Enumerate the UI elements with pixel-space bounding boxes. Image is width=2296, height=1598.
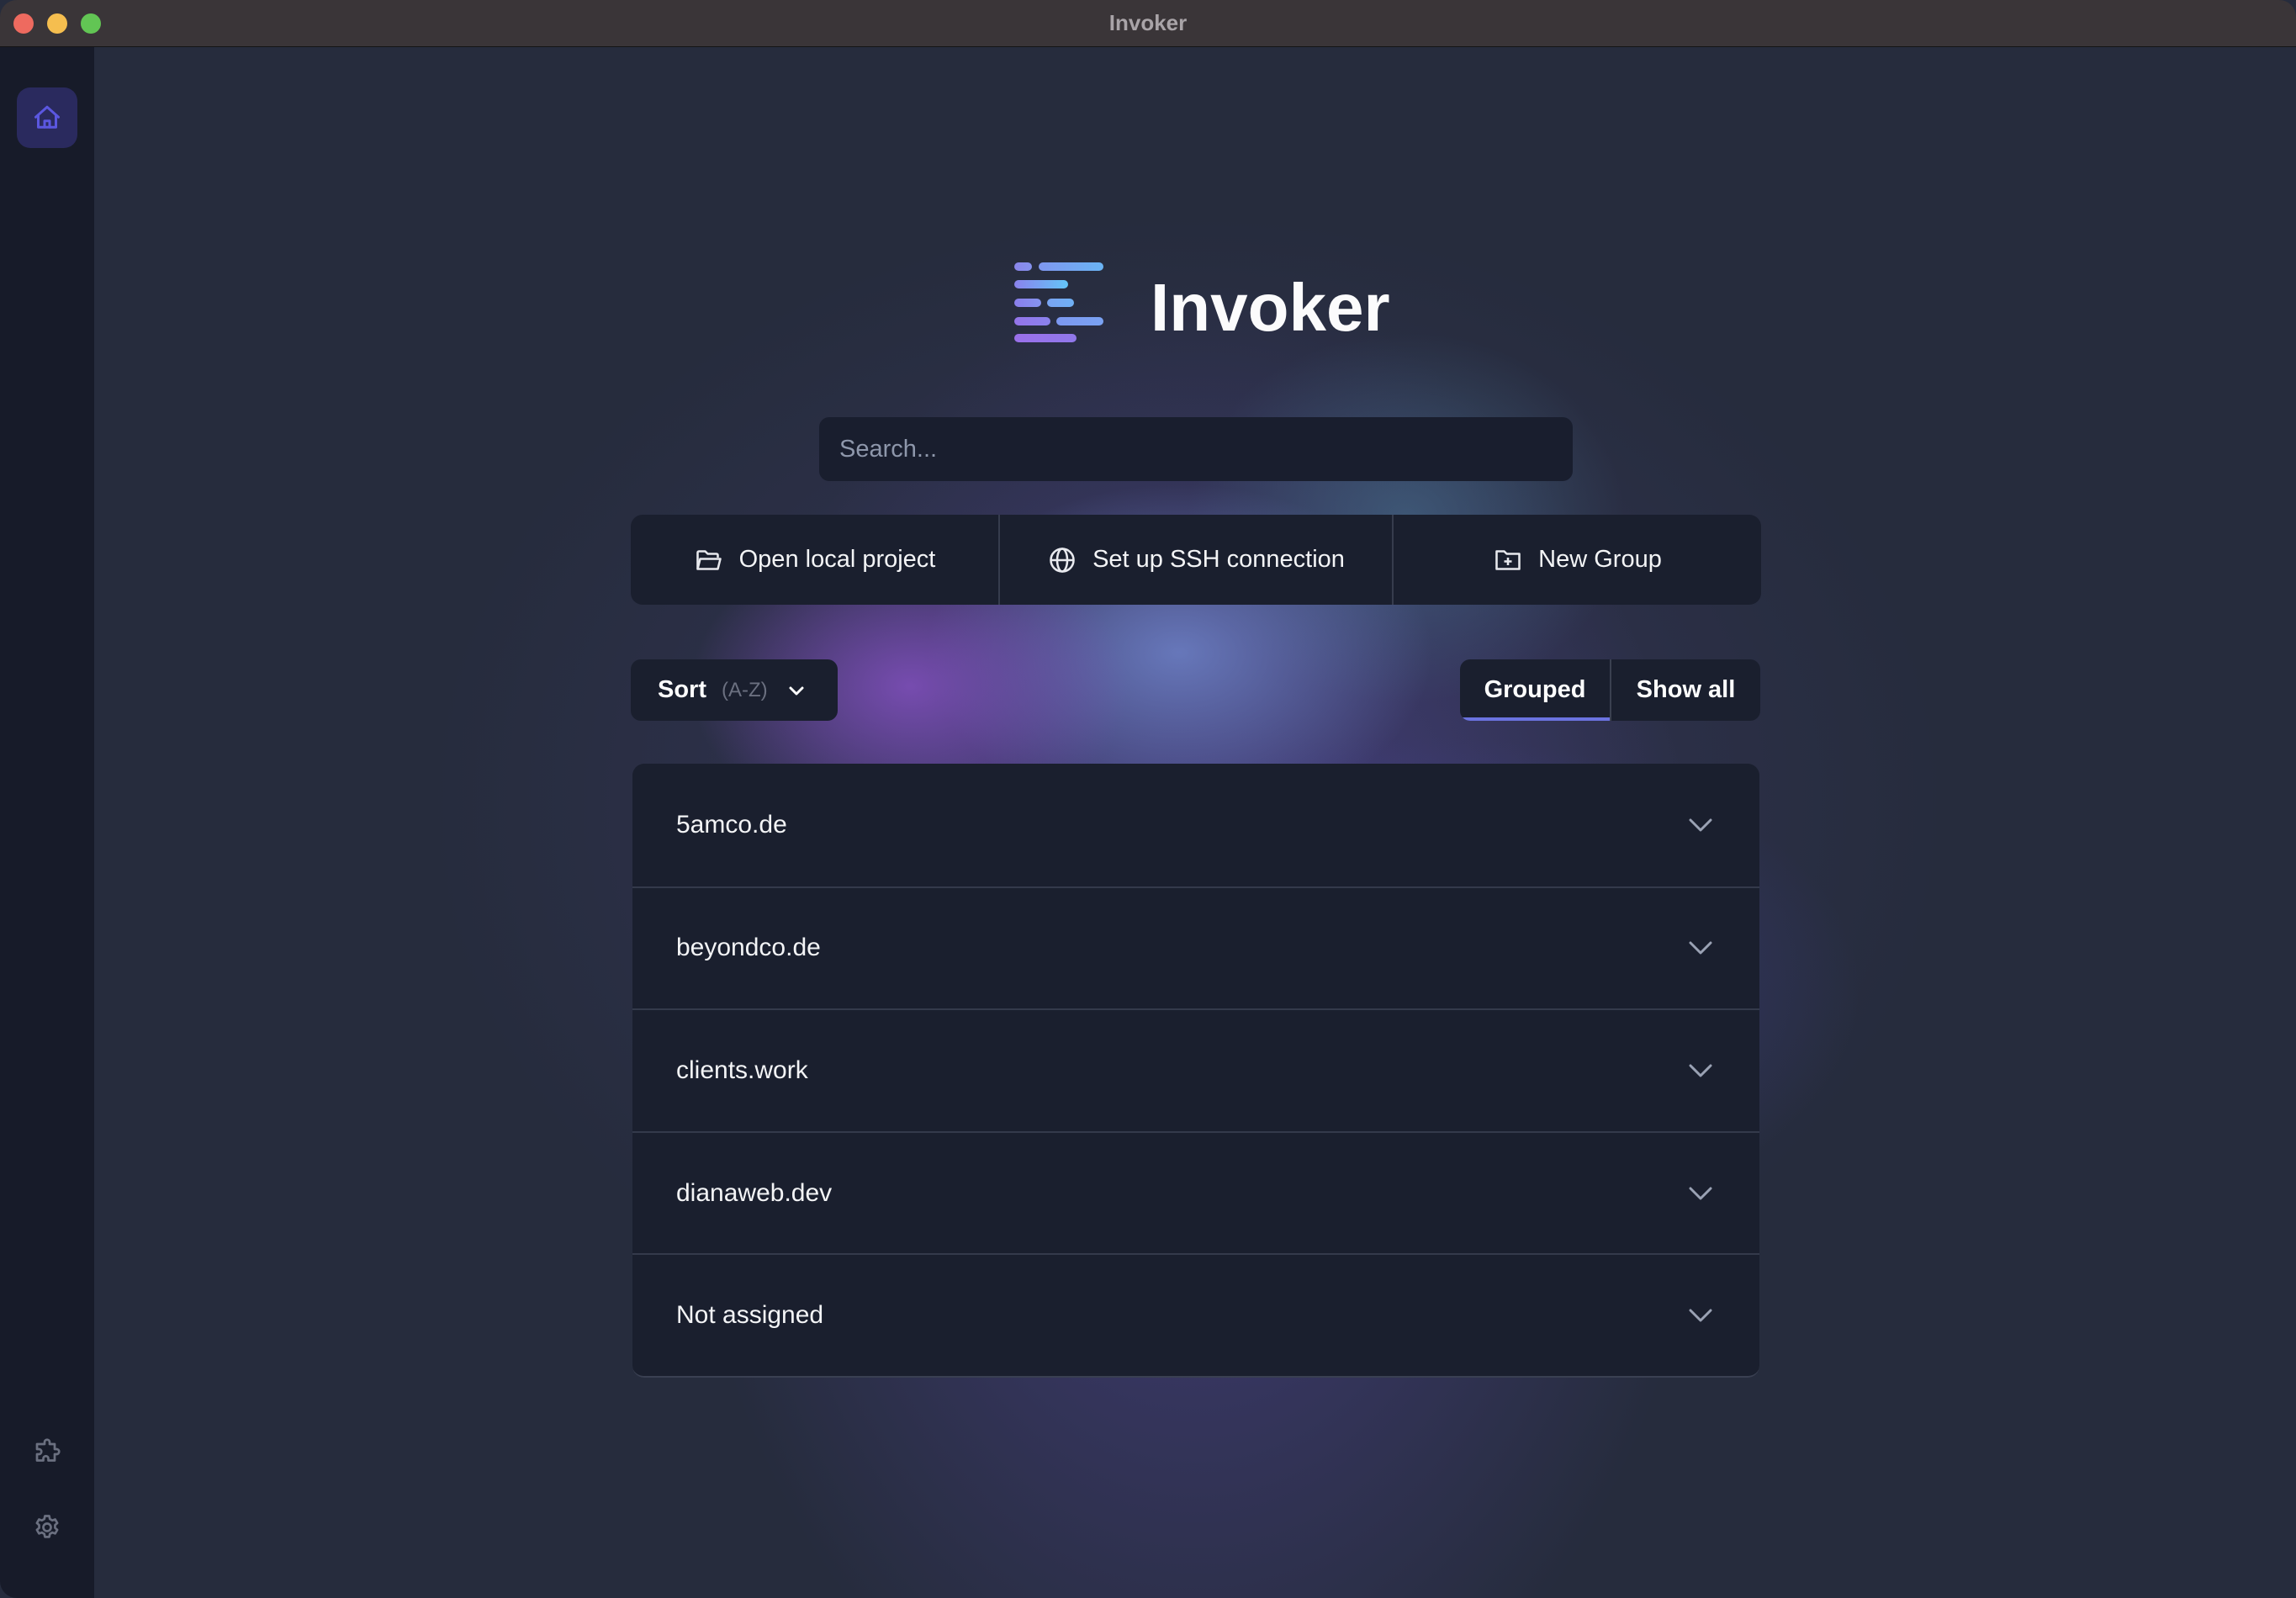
gear-icon[interactable] [32,1512,62,1542]
sort-dropdown[interactable]: Sort (A-Z) [631,659,838,721]
lines-logo-icon [1014,262,1103,343]
puzzle-icon[interactable] [32,1437,62,1467]
setup-ssh-label: Set up SSH connection [1092,546,1345,573]
chevron-down-icon[interactable] [1685,1300,1716,1331]
sidebar-item-home[interactable] [17,87,77,148]
sort-value: (A-Z) [722,678,768,701]
open-local-project-label: Open local project [738,546,936,573]
group-row[interactable]: Not assigned [632,1253,1759,1376]
group-name: beyondco.de [676,934,821,962]
new-group-button[interactable]: New Group [1392,515,1761,605]
group-name: 5amco.de [676,810,787,839]
search-input[interactable] [819,417,1573,481]
main-content: Invoker Open local project Set up SSH co… [94,47,2296,1598]
new-group-label: New Group [1538,546,1662,573]
sort-label: Sort [658,676,706,703]
group-name: dianaweb.dev [676,1178,833,1207]
chevron-down-icon[interactable] [1685,810,1716,840]
chevron-down-icon[interactable] [1685,933,1716,963]
group-row[interactable]: dianaweb.dev [632,1130,1759,1254]
group-name: clients.work [676,1056,808,1084]
globe-icon [1050,547,1075,573]
chevron-down-icon[interactable] [1685,1056,1716,1086]
folder-plus-icon [1495,549,1521,570]
view-toggle: Grouped Show all [1460,659,1760,721]
open-local-project-button[interactable]: Open local project [631,515,998,605]
tab-show-all[interactable]: Show all [1610,659,1760,721]
action-bar: Open local project Set up SSH connection… [631,515,1761,605]
sidebar [0,47,94,1598]
group-name: Not assigned [676,1301,824,1330]
chevron-down-icon[interactable] [1685,1178,1716,1209]
group-list: 5amco.de beyondco.de clients.work dianaw… [632,764,1759,1378]
chevron-down-icon [789,686,804,695]
folder-open-icon [696,549,722,570]
title-bar: Invoker [0,0,2296,47]
tab-grouped[interactable]: Grouped [1460,659,1610,721]
group-row[interactable]: clients.work [632,1008,1759,1131]
app-name: Invoker [1151,270,1390,345]
window-title: Invoker [1108,10,1188,35]
group-row[interactable]: beyondco.de [632,886,1759,1009]
setup-ssh-button[interactable]: Set up SSH connection [998,515,1392,605]
group-row[interactable]: 5amco.de [632,764,1759,886]
home-icon [34,105,60,129]
